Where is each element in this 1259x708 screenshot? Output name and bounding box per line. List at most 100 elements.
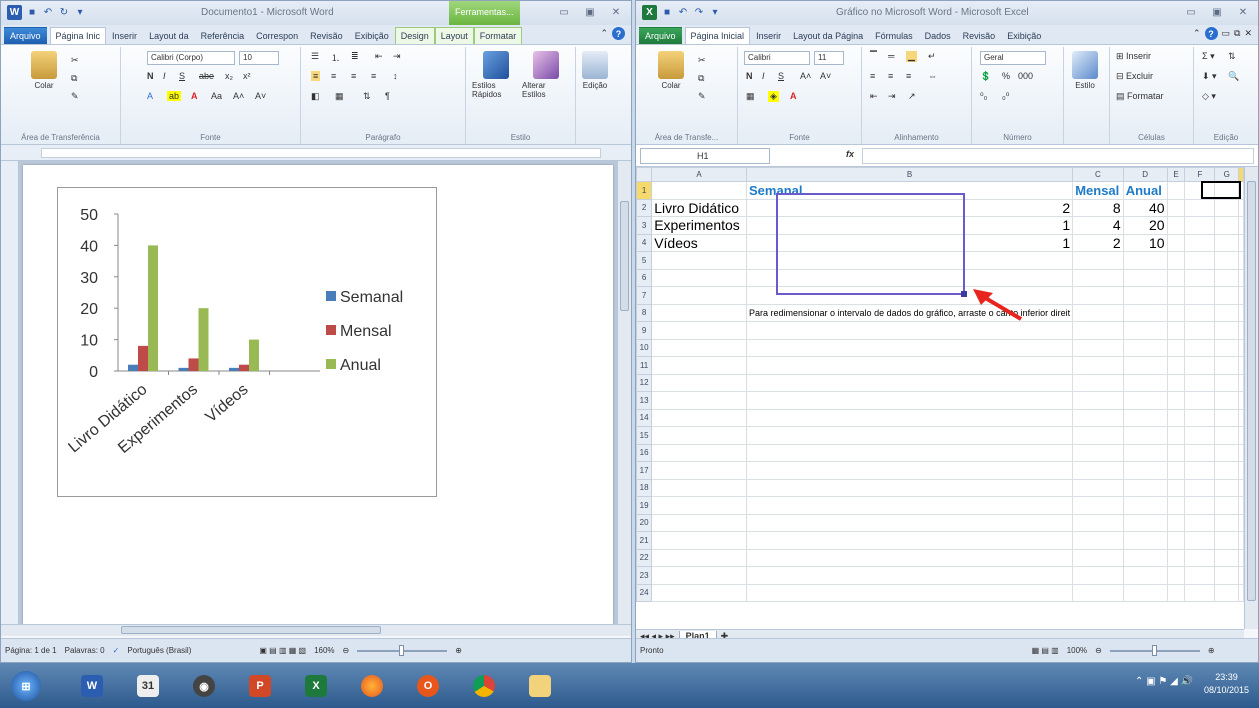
- excel-doc-close-icon[interactable]: ✕: [1244, 28, 1252, 39]
- clock-time[interactable]: 23:39: [1204, 671, 1249, 684]
- align-right-icon[interactable]: ≡: [351, 71, 356, 81]
- word-horizontal-scrollbar[interactable]: [1, 624, 631, 636]
- word-tab-chart-design[interactable]: Design: [394, 27, 435, 44]
- row-header[interactable]: 2: [636, 198, 653, 217]
- cell[interactable]: [651, 583, 747, 602]
- row-header[interactable]: 18: [636, 478, 653, 497]
- cell[interactable]: [1072, 321, 1124, 340]
- cell[interactable]: [1166, 356, 1186, 375]
- minimize-icon[interactable]: ▭: [553, 5, 575, 19]
- cell[interactable]: Livro Didático: [651, 198, 747, 217]
- excel-vertical-scrollbar[interactable]: [1244, 167, 1258, 629]
- row-header[interactable]: 13: [636, 391, 653, 410]
- fill-icon[interactable]: ⬇ ▾: [1202, 71, 1217, 82]
- cell[interactable]: [1122, 548, 1168, 567]
- cell[interactable]: 1: [745, 233, 1074, 252]
- cell[interactable]: [1166, 216, 1186, 235]
- cell[interactable]: [1122, 478, 1168, 497]
- orientation-icon[interactable]: ↗: [908, 91, 916, 102]
- cell[interactable]: [651, 338, 747, 357]
- word-zoom-level[interactable]: 160%: [314, 646, 334, 655]
- cell[interactable]: [1072, 408, 1124, 427]
- start-button[interactable]: ⊞: [2, 669, 50, 703]
- row-header[interactable]: 8: [636, 303, 653, 322]
- cell[interactable]: [1214, 233, 1239, 252]
- cell[interactable]: [1238, 408, 1244, 427]
- cell[interactable]: [745, 268, 1074, 287]
- excel-italic-icon[interactable]: I: [762, 71, 765, 81]
- excel-zoom-level[interactable]: 100%: [1067, 646, 1087, 655]
- cell[interactable]: [745, 548, 1074, 567]
- cell[interactable]: [1072, 426, 1124, 445]
- cell[interactable]: [1184, 513, 1216, 532]
- cell[interactable]: 10: [1122, 233, 1168, 252]
- cell[interactable]: [1238, 391, 1244, 410]
- excel-maximize-icon[interactable]: ▣: [1206, 5, 1228, 19]
- cell[interactable]: [745, 373, 1074, 392]
- cell[interactable]: [745, 408, 1074, 427]
- cell[interactable]: [1214, 373, 1239, 392]
- percent-style-icon[interactable]: %: [1002, 71, 1010, 81]
- decrease-indent-icon[interactable]: ⇤: [375, 51, 383, 62]
- cell[interactable]: [651, 356, 747, 375]
- cell[interactable]: [1166, 513, 1186, 532]
- cell[interactable]: [745, 478, 1074, 497]
- cell[interactable]: [1122, 531, 1168, 550]
- cell[interactable]: [1238, 461, 1244, 480]
- cell[interactable]: [1214, 531, 1239, 550]
- cell[interactable]: [1072, 583, 1124, 602]
- cell[interactable]: [1072, 478, 1124, 497]
- cell[interactable]: [1184, 198, 1216, 217]
- cell[interactable]: [1184, 426, 1216, 445]
- row-header[interactable]: 9: [636, 321, 653, 340]
- cell[interactable]: [1184, 356, 1216, 375]
- grow-font-icon[interactable]: A˄: [233, 91, 244, 101]
- cell[interactable]: [651, 496, 747, 515]
- cell[interactable]: [1184, 268, 1216, 287]
- merge-center-icon[interactable]: ⇔: [928, 71, 937, 81]
- cell[interactable]: [1184, 461, 1216, 480]
- cell[interactable]: [1184, 496, 1216, 515]
- view-buttons[interactable]: ▣ ▤ ▥ ▦ ▧: [259, 646, 306, 655]
- increase-decimal-icon[interactable]: ⁰₀: [980, 91, 987, 102]
- cell[interactable]: [745, 583, 1074, 602]
- cell[interactable]: [651, 531, 747, 550]
- word-tab-chart-format[interactable]: Formatar: [473, 27, 523, 44]
- cell[interactable]: [1122, 356, 1168, 375]
- excel-help-icon[interactable]: ?: [1204, 27, 1218, 40]
- excel-close-icon[interactable]: ✕: [1232, 5, 1254, 19]
- row-header[interactable]: 15: [636, 426, 653, 445]
- excel-tab-insert[interactable]: Inserir: [750, 27, 787, 44]
- bullets-icon[interactable]: ☰: [311, 51, 319, 62]
- cell[interactable]: [1214, 338, 1239, 357]
- excel-decrease-indent-icon[interactable]: ⇤: [870, 91, 878, 102]
- column-header-h[interactable]: [1238, 167, 1244, 182]
- taskbar-calendar[interactable]: 31: [122, 669, 174, 703]
- tray-icons[interactable]: ⌃ ▣ ⚑ ◢ 🔊: [1135, 675, 1193, 688]
- underline-icon[interactable]: S: [179, 71, 185, 81]
- word-hscroll-thumb[interactable]: [121, 626, 381, 634]
- cell[interactable]: [1184, 321, 1216, 340]
- font-color-icon[interactable]: A: [191, 91, 198, 101]
- find-select-icon[interactable]: 🔍: [1228, 71, 1239, 82]
- cell[interactable]: [1184, 286, 1216, 305]
- excel-underline-icon[interactable]: S: [778, 71, 784, 81]
- cell[interactable]: [745, 356, 1074, 375]
- cell[interactable]: [1214, 408, 1239, 427]
- cell[interactable]: [1238, 198, 1244, 217]
- cell[interactable]: [1166, 548, 1186, 567]
- cell[interactable]: [1214, 268, 1239, 287]
- excel-cut-icon[interactable]: ✂: [698, 55, 706, 66]
- number-format-combo[interactable]: Geral: [980, 51, 1046, 65]
- taskbar-word[interactable]: W: [66, 669, 118, 703]
- strikethrough-icon[interactable]: abe: [199, 71, 214, 81]
- collapse-ribbon-icon[interactable]: ⌃: [600, 28, 608, 39]
- cell[interactable]: [1214, 443, 1239, 462]
- cell[interactable]: [1184, 583, 1216, 602]
- excel-tab-file[interactable]: Arquivo: [639, 27, 682, 44]
- cell[interactable]: [1072, 531, 1124, 550]
- superscript-icon[interactable]: x²: [243, 71, 251, 81]
- cell[interactable]: [1122, 513, 1168, 532]
- cell[interactable]: [1072, 303, 1124, 322]
- cell[interactable]: [1166, 391, 1186, 410]
